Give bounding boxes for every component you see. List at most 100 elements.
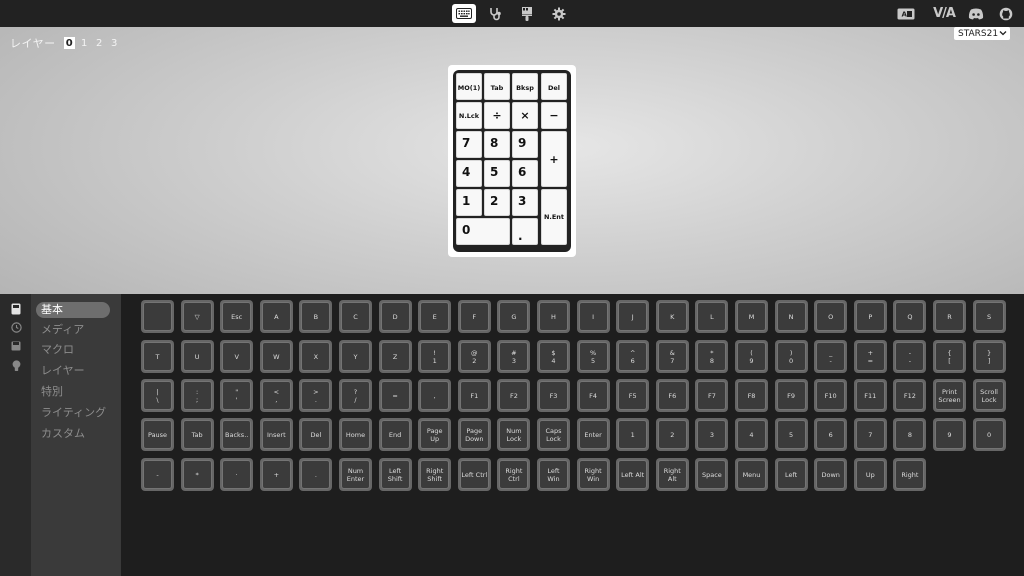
keycode-button[interactable]: F3 (537, 379, 570, 412)
keycode-button[interactable]: @ 2 (457, 340, 491, 373)
keycode-button[interactable]: L (695, 300, 729, 333)
keycode-button[interactable]: Page Down (457, 418, 491, 451)
keycode-button[interactable]: * 8 (695, 340, 729, 373)
keycode-button[interactable]: W (259, 340, 293, 373)
keycode-button[interactable]: - - (893, 340, 927, 373)
keycode-button[interactable]: F (457, 300, 491, 333)
keycode-button[interactable]: 2 (655, 418, 689, 451)
keycode-button[interactable]: Page Up (418, 418, 452, 451)
keycode-button[interactable]: 1 (616, 418, 650, 451)
keycode-button[interactable]: F5 (616, 379, 650, 412)
keycode-button[interactable]: F8 (735, 379, 768, 412)
keycode-button[interactable]: _ - (814, 340, 848, 373)
keycode-button[interactable]: F12 (893, 379, 927, 412)
category-macro[interactable]: マクロ (36, 342, 110, 358)
keycode-button[interactable]: 4 (735, 418, 768, 451)
keycode-button[interactable]: 9 (933, 418, 966, 451)
keymap-tab-keyboard-icon[interactable] (452, 4, 476, 23)
keycode-button[interactable]: Menu (735, 458, 768, 491)
keycode-button[interactable]: " ' (220, 379, 254, 412)
keycode-button[interactable]: F9 (774, 379, 808, 412)
keyboard-language-icon[interactable]: A (896, 4, 916, 23)
category-media[interactable]: メディア (36, 322, 110, 338)
keycode-button[interactable]: ! 1 (418, 340, 452, 373)
keycode-button[interactable]: Print Screen (933, 379, 966, 412)
board-key-1[interactable]: 1 (456, 189, 482, 216)
category-basic[interactable]: 基本 (36, 302, 110, 318)
board-key-numenter[interactable]: N.Ent (541, 189, 567, 245)
board-key-mo1[interactable]: MO(1) (456, 73, 482, 100)
board-key-del[interactable]: Del (541, 73, 567, 100)
board-key-9[interactable]: 9 (512, 131, 538, 158)
keycode-button[interactable]: | \ (141, 379, 174, 412)
settings-tab-gear-icon[interactable] (550, 4, 568, 23)
keycode-button[interactable]: F6 (655, 379, 689, 412)
keycode-button[interactable]: # 3 (497, 340, 531, 373)
keyboard-icon[interactable] (10, 303, 22, 315)
keycode-button[interactable]: Z (378, 340, 412, 373)
keycode-button[interactable]: F7 (695, 379, 729, 412)
keycode-button[interactable]: Left Win (537, 458, 570, 491)
category-layer[interactable]: レイヤー (36, 363, 110, 379)
category-custom[interactable]: カスタム (36, 426, 110, 442)
keycode-button[interactable]: P (853, 300, 887, 333)
keycode-button[interactable]: J (616, 300, 650, 333)
keycode-button[interactable]: Space (695, 458, 729, 491)
keycode-button[interactable]: X (299, 340, 333, 373)
board-key-5[interactable]: 5 (484, 160, 510, 187)
keycode-button[interactable]: D (378, 300, 412, 333)
keycode-button[interactable]: M (735, 300, 768, 333)
keycode-button[interactable]: Right Shift (418, 458, 452, 491)
keycode-button[interactable]: E (418, 300, 452, 333)
category-special[interactable]: 特別 (36, 384, 110, 400)
keycode-button[interactable]: End (378, 418, 412, 451)
keycode-button[interactable]: Backs.. (220, 418, 254, 451)
keycode-button[interactable]: Right Ctrl (497, 458, 531, 491)
layer-2-button[interactable]: 2 (94, 37, 105, 49)
test-tab-stethoscope-icon[interactable] (486, 4, 506, 23)
keycode-button[interactable]: N (774, 300, 808, 333)
keycode-button[interactable]: > . (299, 379, 333, 412)
keycode-button[interactable]: + = (853, 340, 887, 373)
keycode-button[interactable]: K (655, 300, 689, 333)
board-key-bksp[interactable]: Bksp (512, 73, 538, 100)
board-key-numlock[interactable]: N.Lck (456, 102, 482, 129)
keycode-button[interactable]: Home (339, 418, 372, 451)
keycode-button[interactable]: Num Lock (497, 418, 531, 451)
keycode-button[interactable]: A (259, 300, 293, 333)
lightbulb-icon[interactable] (10, 360, 22, 372)
board-key-decimal[interactable]: . (512, 218, 538, 245)
keycode-button[interactable]: T (141, 340, 174, 373)
keycode-button[interactable]: & 7 (655, 340, 689, 373)
keycode-button[interactable]: Left Shift (378, 458, 412, 491)
keycode-button[interactable]: F2 (497, 379, 531, 412)
keycode-button[interactable] (141, 300, 174, 333)
keycode-button[interactable]: ? / (339, 379, 372, 412)
keycode-button[interactable]: $ 4 (537, 340, 570, 373)
keycode-button[interactable]: 7 (853, 418, 887, 451)
keycode-button[interactable]: ▽ (180, 300, 214, 333)
keycode-button[interactable]: 5 (774, 418, 808, 451)
keycode-button[interactable]: I (576, 300, 610, 333)
keycode-button[interactable]: C (339, 300, 372, 333)
keycode-button[interactable]: Left (774, 458, 808, 491)
keycode-button[interactable]: B (299, 300, 333, 333)
keycode-button[interactable]: Del (299, 418, 333, 451)
keycode-button[interactable]: - (141, 458, 174, 491)
board-key-7[interactable]: 7 (456, 131, 482, 158)
keycode-button[interactable]: < , (259, 379, 293, 412)
category-lighting[interactable]: ライティング (36, 405, 110, 421)
keycode-button[interactable]: H (537, 300, 570, 333)
board-key-divide[interactable]: ÷ (484, 102, 510, 129)
keycode-button[interactable]: 6 (814, 418, 848, 451)
keycode-button[interactable]: ) 0 (774, 340, 808, 373)
keycode-button[interactable]: Right (893, 458, 927, 491)
keycode-button[interactable]: Down (814, 458, 848, 491)
keycode-button[interactable]: F1 (457, 379, 491, 412)
keycode-button[interactable]: O (814, 300, 848, 333)
keycode-button[interactable]: Num Enter (339, 458, 372, 491)
board-key-tab[interactable]: Tab (484, 73, 510, 100)
keycode-button[interactable]: F10 (814, 379, 848, 412)
keycode-button[interactable]: ^ 6 (616, 340, 650, 373)
board-key-plus[interactable]: + (541, 131, 567, 187)
